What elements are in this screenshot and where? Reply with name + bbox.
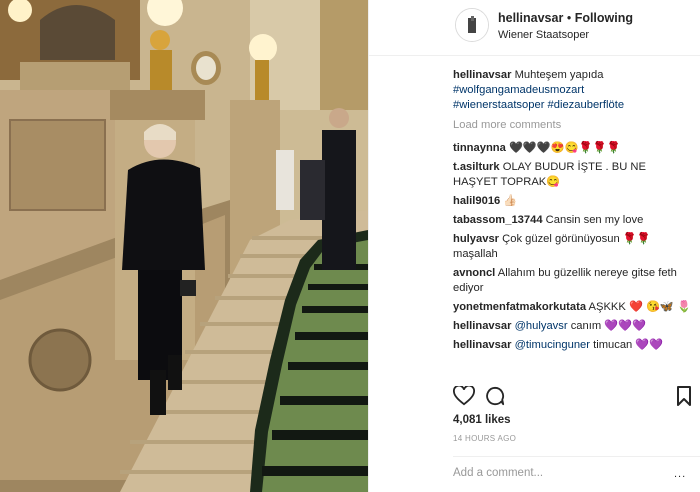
load-more-comments-button[interactable]: Load more comments xyxy=(453,118,693,133)
header-line: hellinavsar • Following xyxy=(498,11,633,25)
post-timestamp[interactable]: 14 HOURS AGO xyxy=(453,434,516,443)
comment-username[interactable]: hellinavsar xyxy=(453,339,511,351)
comment-item: t.asilturk OLAY BUDUR İŞTE . BU NE HAŞYE… xyxy=(453,160,693,190)
post-photo[interactable] xyxy=(0,0,368,492)
comment-text: timucan 💜💜 xyxy=(593,339,664,351)
comment-icon[interactable] xyxy=(485,386,505,411)
post-header: hellinavsar • Following Wiener Staatsope… xyxy=(369,0,700,56)
caption-text: Muhteşem yapıda xyxy=(514,69,604,81)
comment-username[interactable]: yonetmenfatmakorkutata xyxy=(453,301,586,313)
caption-username[interactable]: hellinavsar xyxy=(453,69,511,81)
caption: hellinavsar Muhteşem yapıda #wolfgangama… xyxy=(453,68,693,113)
avatar[interactable] xyxy=(455,8,489,42)
opera-staircase-image xyxy=(0,0,368,492)
comment-item: halil9016 👍🏻 xyxy=(453,194,693,209)
instagram-post: hellinavsar • Following Wiener Staatsope… xyxy=(0,0,700,492)
comment-username[interactable]: halil9016 xyxy=(453,195,500,207)
comment-item: tabassom_13744 Cansin sen my love xyxy=(453,213,693,228)
comment-username[interactable]: hellinavsar xyxy=(453,320,511,332)
separator-dot: • xyxy=(566,11,572,25)
post-panel: hellinavsar • Following Wiener Staatsope… xyxy=(368,0,700,492)
comment-text: Cansin sen my love xyxy=(545,214,644,226)
comment-item: avnoncl Allahım bu güzellik nereye gitse… xyxy=(453,266,693,296)
comment-text: AŞKKK ❤️ 😘🦋 🌷 xyxy=(588,301,691,313)
hashtag-link[interactable]: #wolfgangamadeusmozart xyxy=(453,84,584,96)
hashtag-link[interactable]: #diezauberflöte xyxy=(548,99,625,111)
comment-username[interactable]: tabassom_13744 xyxy=(453,214,543,226)
comment-username[interactable]: t.asilturk xyxy=(453,161,500,173)
comment-text: 🖤🖤🖤😍😋🌹🌹🌹 xyxy=(508,142,621,154)
comment-item: hellinavsar @hulyavsr canım 💜💜💜 xyxy=(453,319,693,334)
location-link[interactable]: Wiener Staatsoper xyxy=(498,29,589,41)
comment-text: 👍🏻 xyxy=(503,195,518,207)
comment-item: yonetmenfatmakorkutata AŞKKK ❤️ 😘🦋 🌷 xyxy=(453,300,693,315)
mention-link[interactable]: @timucinguner xyxy=(515,339,590,351)
comment-text: canım 💜💜💜 xyxy=(570,320,647,332)
hashtag-link[interactable]: #wienerstaatsoper xyxy=(453,99,544,111)
comment-username[interactable]: avnoncl xyxy=(453,267,495,279)
likes-count[interactable]: 4,081 likes xyxy=(453,414,511,426)
bookmark-icon[interactable] xyxy=(676,386,692,411)
mention-link[interactable]: @hulyavsr xyxy=(515,320,568,332)
action-bar xyxy=(453,384,693,411)
heart-icon[interactable] xyxy=(453,384,475,411)
comment-username[interactable]: tinnaynna xyxy=(453,142,506,154)
comment-item: hulyavsr Çok güzel görünüyosun 🌹🌹 maşall… xyxy=(453,232,693,262)
avatar-image xyxy=(456,9,488,41)
comment-username[interactable]: hulyavsr xyxy=(453,233,499,245)
comments-section: hellinavsar Muhteşem yapıda #wolfgangama… xyxy=(453,68,693,357)
comment-item: tinnaynna 🖤🖤🖤😍😋🌹🌹🌹 xyxy=(453,141,693,156)
add-comment-input[interactable]: Add a comment... xyxy=(453,456,700,479)
username-link[interactable]: hellinavsar xyxy=(498,11,563,25)
following-button[interactable]: Following xyxy=(575,11,633,25)
comment-item: hellinavsar @timucinguner timucan 💜💜 xyxy=(453,338,693,353)
more-options-icon[interactable]: ... xyxy=(674,468,686,480)
